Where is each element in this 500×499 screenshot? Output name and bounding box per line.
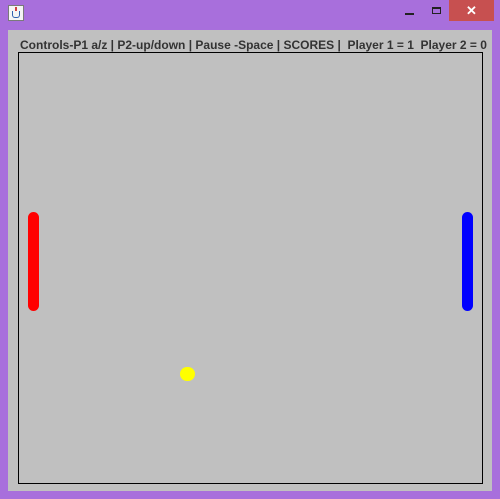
player1-paddle [28,212,39,311]
minimize-icon [404,12,414,15]
close-icon: ✕ [466,3,477,18]
ball [180,367,195,381]
java-cup-icon[interactable] [8,5,24,21]
maximize-icon [431,7,441,14]
player2-paddle [462,212,473,311]
minimize-button[interactable] [396,0,422,21]
game-court[interactable] [18,52,483,484]
cup-mark [12,11,20,18]
app-window: ✕ Controls-P1 a/z | P2-up/down | Pause -… [0,0,500,499]
maximize-button[interactable] [423,0,449,21]
status-line: Controls-P1 a/z | P2-up/down | Pause -Sp… [20,38,487,52]
close-button[interactable]: ✕ [449,0,494,21]
title-bar[interactable]: ✕ [0,0,500,30]
game-panel[interactable]: Controls-P1 a/z | P2-up/down | Pause -Sp… [8,30,492,491]
